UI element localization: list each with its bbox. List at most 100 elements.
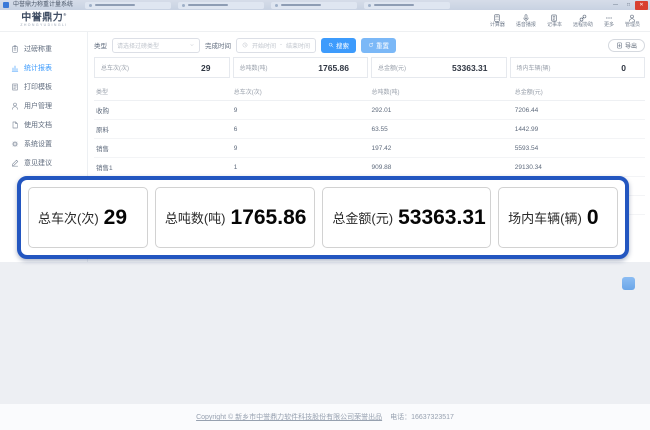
end-time-placeholder: 结束时间 (286, 41, 310, 50)
edit-icon (11, 159, 19, 167)
overlay-stat-card-0: 总车次(次) 29 (28, 187, 148, 248)
scale-icon (11, 45, 19, 53)
date-range-input[interactable]: 开始时间 - 结束时间 (236, 38, 316, 53)
header-action-远程协助[interactable]: 远程协助 (573, 14, 593, 28)
table-row: 销售9197.425593.54 (94, 139, 645, 158)
overlay-stat-card-2: 总金额(元)53363.31 (322, 187, 491, 248)
gear-icon (11, 140, 19, 148)
header-action-label: 计算器 (490, 23, 505, 28)
sidebar-item-label: 用户管理 (24, 101, 52, 111)
header-action-label: 更多 (604, 23, 614, 28)
type-select-placeholder: 请选择过磅类型 (117, 41, 159, 50)
search-icon (328, 42, 334, 48)
start-time-placeholder: 开始时间 (252, 41, 276, 50)
table-header-row: 类型总车次(次)总吨数(吨)总金额(元) (94, 83, 645, 101)
more-icon (605, 14, 613, 22)
header-action-label: 记事本 (547, 23, 562, 28)
sidebar-item-4[interactable]: 使用文档 (0, 115, 87, 134)
document-icon (11, 121, 19, 129)
type-filter-label: 类型 (94, 40, 107, 50)
titlebar-tab[interactable] (364, 2, 450, 9)
minimize-button[interactable]: — (609, 1, 622, 10)
type-select[interactable]: 请选择过磅类型 (112, 38, 200, 53)
table-column-header: 总吨数(吨) (370, 83, 513, 101)
window-title: 中誉鼎力称重计量系统 (13, 2, 73, 8)
footer-phone: 电话：16637323517 (390, 412, 454, 422)
table-cell: 909.88 (370, 158, 513, 177)
header-action-语音播报[interactable]: 语音播报 (516, 14, 536, 28)
titlebar-tab[interactable] (85, 2, 171, 9)
close-button[interactable]: ✕ (635, 1, 648, 10)
sidebar-item-label: 统计报表 (24, 63, 52, 73)
overlay-stat-card-1: 总吨数(吨)1765.86 (155, 187, 316, 248)
stat-label: 总金额(元) (378, 63, 406, 72)
stat-value: 29 (201, 63, 210, 73)
header-action-label: 语音播报 (516, 23, 536, 28)
table-cell: 63.55 (370, 120, 513, 139)
stat-label: 场内车辆(辆) (517, 63, 551, 72)
microphone-icon (522, 14, 530, 22)
titlebar-tab[interactable] (271, 2, 357, 9)
sidebar-item-label: 使用文档 (24, 120, 52, 130)
stat-label: 总车次(次) (101, 63, 129, 72)
footer-copyright-link[interactable]: Copyright © 新乡市中誉鼎力软件科技股份有限公司荣誉出品 (196, 412, 382, 422)
time-filter-label: 完成时间 (205, 40, 231, 50)
sidebar-item-label: 系统设置 (24, 139, 52, 149)
table-cell: 5593.54 (513, 139, 645, 158)
maximize-button[interactable]: □ (622, 1, 635, 10)
table-cell: 1 (232, 158, 370, 177)
table-cell: 收购 (94, 101, 232, 120)
link-icon (579, 14, 587, 22)
stat-card-0: 总车次(次) 29 (94, 57, 230, 78)
table-cell: 原料 (94, 120, 232, 139)
table-column-header: 类型 (94, 83, 232, 101)
overlay-stat-label: 总吨数(吨) (165, 208, 226, 227)
registered-mark: ® (63, 12, 66, 17)
overlay-stat-label: 总车次(次) (38, 208, 99, 227)
clock-icon (242, 42, 248, 48)
table-row: 收购9292.017206.44 (94, 101, 645, 120)
app-header: 中誉鼎力® ZHONGYUDINGLI 计算器语音播报记事本远程协助更多管理员 (0, 10, 650, 32)
floating-widget[interactable] (622, 277, 635, 290)
table-cell: 29130.34 (513, 158, 645, 177)
header-action-label: 管理员 (625, 23, 640, 28)
table-cell: 7206.44 (513, 101, 645, 120)
footer: Copyright © 新乡市中誉鼎力软件科技股份有限公司荣誉出品 电话：166… (0, 404, 650, 430)
sidebar-item-3[interactable]: 用户管理 (0, 96, 87, 115)
header-action-更多[interactable]: 更多 (604, 14, 614, 28)
table-cell: 9 (232, 101, 370, 120)
header-action-管理员[interactable]: 管理员 (625, 14, 640, 28)
overlay-stat-card-3: 场内车辆(辆)0 (498, 187, 618, 248)
sidebar-item-6[interactable]: 意见建议 (0, 153, 87, 172)
window-controls: — □ ✕ (609, 1, 648, 10)
table-cell: 1442.99 (513, 120, 645, 139)
header-action-计算器[interactable]: 计算器 (490, 14, 505, 28)
app-window: 中誉鼎力称重计量系统 — □ ✕ 中誉鼎力® ZHONGYUDINGLI 计算器… (0, 0, 650, 430)
sidebar-item-2[interactable]: 打印模板 (0, 77, 87, 96)
user-icon (11, 102, 19, 110)
table-cell: 9 (232, 139, 370, 158)
titlebar-tabs (85, 2, 605, 9)
table-column-header: 总金额(元) (513, 83, 645, 101)
header-action-记事本[interactable]: 记事本 (547, 14, 562, 28)
overlay-stat-value: 29 (104, 206, 127, 230)
search-button[interactable]: 搜索 (321, 38, 356, 53)
titlebar-tab[interactable] (178, 2, 264, 9)
stat-value: 0 (621, 63, 626, 73)
sidebar-item-label: 意见建议 (24, 158, 52, 168)
logo-name: 中誉鼎力® (21, 13, 66, 23)
sidebar-item-1[interactable]: 统计报表 (0, 58, 87, 77)
sidebar-item-5[interactable]: 系统设置 (0, 134, 87, 153)
overlay-stat-label: 总金额(元) (332, 208, 393, 227)
refresh-icon (368, 42, 374, 48)
table-row: 原料663.551442.99 (94, 120, 645, 139)
chart-icon (11, 64, 19, 72)
app-icon (3, 2, 9, 8)
table-cell: 销售 (94, 139, 232, 158)
magnifier-overlay: 总车次(次) 29 总吨数(吨)1765.86总金额(元)53363.31场内车辆(… (17, 176, 629, 259)
reset-button[interactable]: 重置 (361, 38, 396, 53)
export-button[interactable]: 导出 (608, 39, 645, 52)
sidebar-item-0[interactable]: 过磅称重 (0, 39, 87, 58)
table-cell: 197.42 (370, 139, 513, 158)
user-icon (628, 14, 636, 22)
